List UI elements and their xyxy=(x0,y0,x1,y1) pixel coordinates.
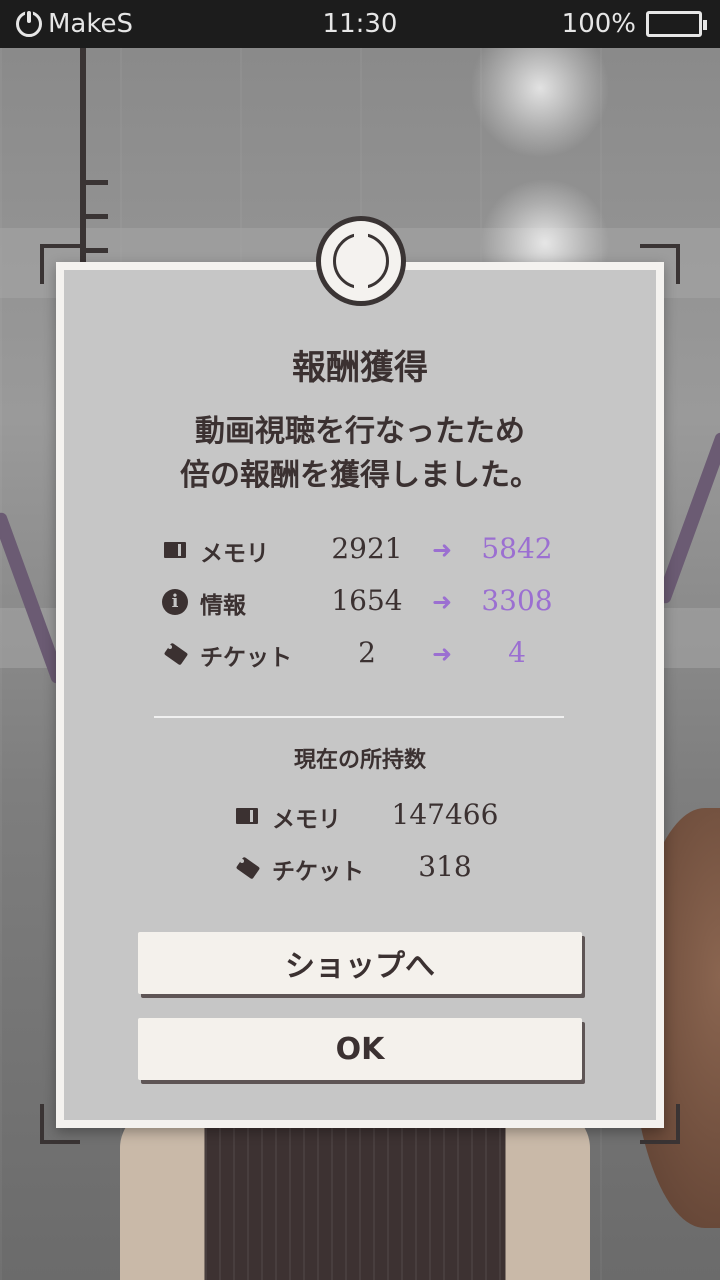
reward-label: チケット xyxy=(200,645,292,671)
reward-row-ticket: チケット 2 ➜ 4 xyxy=(162,628,582,680)
reward-row-memory: メモリ 2921 ➜ 5842 xyxy=(162,524,582,576)
holding-row-memory: メモリ 147466 xyxy=(234,790,534,842)
character-figure xyxy=(120,1108,590,1280)
reward-before: 2921 xyxy=(331,532,403,565)
holdings-list: メモリ 147466 チケット 318 xyxy=(234,790,534,894)
battery-icon xyxy=(646,11,707,37)
ruler-tick xyxy=(80,248,108,253)
reward-before: 1654 xyxy=(331,584,403,617)
status-bar: MakeS 11:30 100% xyxy=(0,0,720,48)
arrow-right-icon: ➜ xyxy=(432,536,453,564)
holding-value: 318 xyxy=(418,850,472,883)
info-icon: i xyxy=(162,589,188,615)
arrow-right-icon: ➜ xyxy=(432,588,453,616)
reward-label: 情報 xyxy=(200,593,246,619)
status-bar-right: 100% xyxy=(561,9,707,39)
memory-icon xyxy=(234,803,260,829)
status-bar-left: MakeS xyxy=(16,9,133,39)
arrow-right-icon: ➜ xyxy=(432,640,453,668)
divider xyxy=(154,716,564,718)
reward-before: 2 xyxy=(358,636,376,669)
holdings-title: 現在の所持数 xyxy=(293,748,426,773)
reward-dialog: 報酬獲得 動画視聴を行なったため 倍の報酬を獲得しました。 メモリ 2921 ➜… xyxy=(56,262,664,1128)
reward-after: 4 xyxy=(508,636,526,669)
ruler-tick xyxy=(80,180,108,185)
battery-percent: 100% xyxy=(561,9,636,39)
reward-dialog-panel: 報酬獲得 動画視聴を行なったため 倍の報酬を獲得しました。 メモリ 2921 ➜… xyxy=(64,270,656,1120)
memory-icon xyxy=(162,537,188,563)
reward-after: 5842 xyxy=(481,532,553,565)
reward-row-info: i 情報 1654 ➜ 3308 xyxy=(162,576,582,628)
dialog-message: 動画視聴を行なったため 倍の報酬を獲得しました。 xyxy=(64,410,656,498)
reward-label: メモリ xyxy=(200,541,269,567)
holding-value: 147466 xyxy=(391,798,499,831)
app-name: MakeS xyxy=(48,9,133,39)
reward-list: メモリ 2921 ➜ 5842 i 情報 1654 ➜ 3308 チケット 2 … xyxy=(162,524,582,680)
holding-label: チケット xyxy=(272,859,364,885)
ok-button[interactable]: OK xyxy=(138,1018,582,1080)
holding-row-ticket: チケット 318 xyxy=(234,842,534,894)
ruler-tick xyxy=(80,214,108,219)
lens-icon xyxy=(316,216,406,306)
message-line: 動画視聴を行なったため xyxy=(195,414,525,449)
light-blob xyxy=(470,48,610,158)
power-icon xyxy=(16,11,42,37)
message-line: 倍の報酬を獲得しました。 xyxy=(180,458,540,493)
ticket-icon xyxy=(162,641,189,667)
holding-label: メモリ xyxy=(272,807,341,833)
shop-button[interactable]: ショップへ xyxy=(138,932,582,994)
ruler-line xyxy=(80,48,86,278)
ticket-icon xyxy=(234,855,261,881)
reward-after: 3308 xyxy=(481,584,553,617)
pole xyxy=(655,431,720,605)
dialog-title: 報酬獲得 xyxy=(292,348,428,388)
